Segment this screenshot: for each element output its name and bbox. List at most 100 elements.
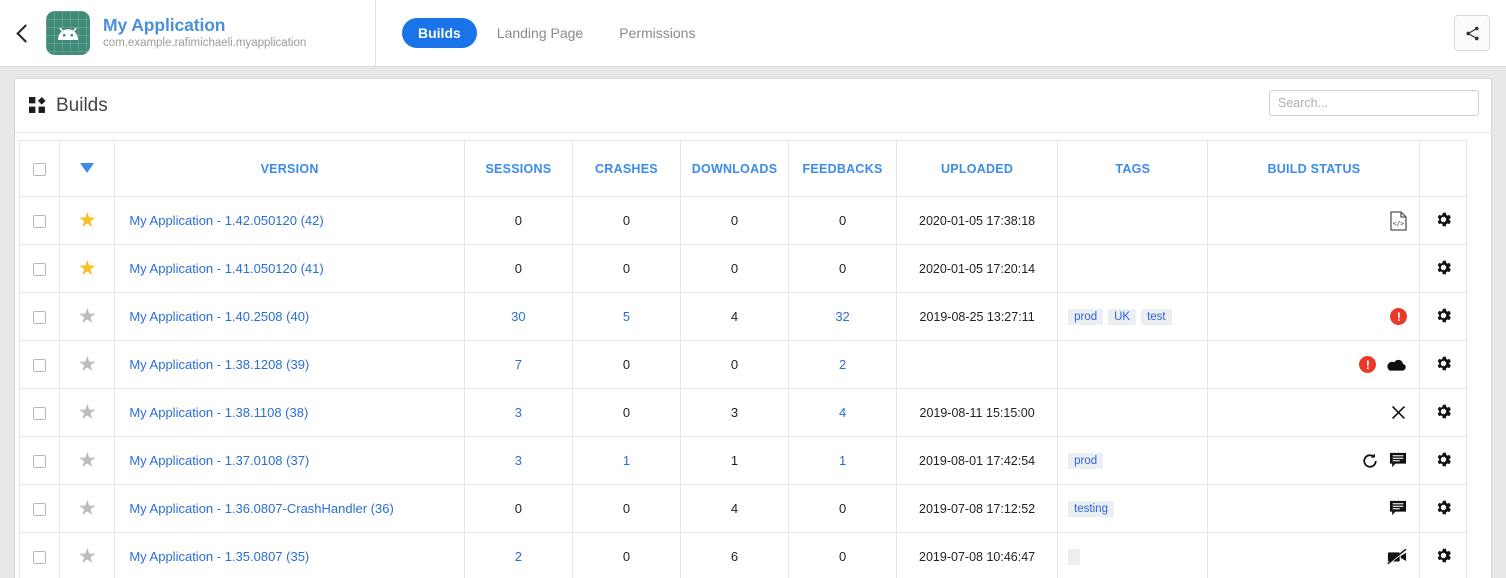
table-row: ★ My Application - 1.35.0807 (35) 2 0 6 … [20, 533, 1467, 578]
favorite-cell: ★ [60, 197, 115, 245]
favorite-star-icon[interactable]: ★ [78, 306, 97, 327]
back-button[interactable] [0, 0, 46, 67]
row-checkbox[interactable] [33, 263, 46, 276]
downloads-value: 0 [731, 213, 738, 228]
version-link[interactable]: My Application - 1.38.1108 (38) [115, 405, 308, 420]
header-uploaded[interactable]: UPLOADED [897, 141, 1058, 197]
status-icon-group [1208, 485, 1419, 532]
note-icon[interactable] [1389, 500, 1407, 517]
feedbacks-value[interactable]: 4 [839, 405, 846, 420]
header-tags[interactable]: TAGS [1058, 141, 1208, 197]
header-feedbacks[interactable]: FEEDBACKS [789, 141, 897, 197]
feedbacks-value[interactable]: 2 [839, 357, 846, 372]
error-badge-icon[interactable]: ! [1359, 356, 1376, 373]
crashes-value[interactable]: 5 [623, 309, 630, 324]
favorite-star-icon[interactable]: ★ [78, 258, 97, 279]
tag-chip[interactable]: prod [1068, 309, 1103, 325]
gear-icon [1434, 306, 1453, 325]
row-checkbox[interactable] [33, 311, 46, 324]
table-row: ★ My Application - 1.38.1108 (38) 3 0 3 … [20, 389, 1467, 437]
row-checkbox[interactable] [33, 359, 46, 372]
downloads-value: 4 [731, 501, 738, 516]
favorite-star-icon[interactable]: ★ [78, 450, 97, 471]
tag-chip[interactable]: test [1141, 309, 1172, 325]
version-link[interactable]: My Application - 1.35.0807 (35) [115, 549, 309, 564]
row-checkbox[interactable] [33, 503, 46, 516]
row-settings-button[interactable] [1434, 450, 1453, 469]
feedbacks-cell: 0 [789, 245, 897, 293]
cloud-icon[interactable] [1386, 357, 1407, 372]
row-settings-button[interactable] [1434, 546, 1453, 565]
row-checkbox[interactable] [33, 215, 46, 228]
tag-chip[interactable]: testing [1068, 501, 1114, 517]
feedbacks-value[interactable]: 1 [839, 453, 846, 468]
sessions-value[interactable]: 7 [515, 357, 522, 372]
version-link[interactable]: My Application - 1.41.050120 (41) [115, 261, 323, 276]
favorite-star-icon[interactable]: ★ [78, 354, 97, 375]
row-settings-button[interactable] [1434, 402, 1453, 421]
app-identity-block: My Application com.example.rafimichaeli.… [46, 0, 376, 67]
feedbacks-value[interactable]: 32 [835, 309, 849, 324]
row-checkbox[interactable] [33, 407, 46, 420]
version-link[interactable]: My Application - 1.42.050120 (42) [115, 213, 323, 228]
sort-descending-arrow[interactable] [80, 163, 94, 173]
header-build-status[interactable]: BUILD STATUS [1208, 141, 1420, 197]
row-checkbox[interactable] [33, 455, 46, 468]
refresh-icon[interactable] [1361, 452, 1379, 470]
row-select-cell [20, 197, 60, 245]
row-settings-button[interactable] [1434, 210, 1453, 229]
downloads-value: 4 [731, 309, 738, 324]
tags-cell: prod UK test [1058, 293, 1208, 341]
tab-permissions[interactable]: Permissions [603, 18, 711, 48]
version-link[interactable]: My Application - 1.36.0807-CrashHandler … [115, 501, 393, 516]
version-link[interactable]: My Application - 1.40.2508 (40) [115, 309, 309, 324]
version-cell: My Application - 1.41.050120 (41) [115, 245, 465, 293]
sessions-value[interactable]: 3 [515, 405, 522, 420]
status-icon-group: </> [1208, 197, 1419, 244]
share-button[interactable] [1454, 15, 1490, 51]
crashes-value: 0 [623, 501, 630, 516]
tag-chip[interactable]: UK [1108, 309, 1136, 325]
row-settings-button[interactable] [1434, 306, 1453, 325]
header-crashes[interactable]: CRASHES [572, 141, 680, 197]
favorite-star-icon[interactable]: ★ [78, 402, 97, 423]
video-off-icon[interactable] [1387, 548, 1407, 565]
favorite-cell: ★ [60, 341, 115, 389]
crashes-value[interactable]: 1 [623, 453, 630, 468]
row-settings-button[interactable] [1434, 498, 1453, 517]
tag-chip[interactable] [1068, 549, 1080, 565]
header-downloads[interactable]: DOWNLOADS [680, 141, 788, 197]
page-title: Builds [56, 95, 108, 117]
favorite-star-icon[interactable]: ★ [78, 498, 97, 519]
header-select-all [20, 141, 60, 197]
version-link[interactable]: My Application - 1.38.1208 (39) [115, 357, 309, 372]
close-x-icon[interactable] [1390, 404, 1407, 421]
header-favorite-sort[interactable] [60, 141, 115, 197]
row-checkbox[interactable] [33, 551, 46, 564]
sessions-value[interactable]: 3 [515, 453, 522, 468]
code-file-icon[interactable]: </> [1390, 211, 1407, 231]
row-settings-button[interactable] [1434, 258, 1453, 277]
feedbacks-cell: 32 [789, 293, 897, 341]
status-icon-group [1208, 533, 1419, 578]
sessions-value[interactable]: 2 [515, 549, 522, 564]
search-input[interactable] [1269, 90, 1479, 116]
tab-landing-page[interactable]: Landing Page [481, 18, 599, 48]
downloads-cell: 0 [680, 341, 788, 389]
tab-builds[interactable]: Builds [402, 18, 477, 48]
error-badge-icon[interactable]: ! [1390, 308, 1407, 325]
select-all-checkbox[interactable] [33, 163, 46, 176]
row-settings-button[interactable] [1434, 354, 1453, 373]
favorite-star-icon[interactable]: ★ [78, 546, 97, 567]
crashes-cell: 0 [572, 533, 680, 578]
favorite-star-icon[interactable]: ★ [78, 210, 97, 231]
note-icon[interactable] [1389, 452, 1407, 469]
header-version[interactable]: VERSION [115, 141, 465, 197]
version-link[interactable]: My Application - 1.37.0108 (37) [115, 453, 309, 468]
tag-chip[interactable]: prod [1068, 453, 1103, 469]
builds-table-container: VERSION SESSIONS CRASHES DOWNLOADS FEEDB… [15, 133, 1491, 578]
android-app-icon [46, 11, 90, 55]
uploaded-cell: 2019-08-01 17:42:54 [897, 437, 1058, 485]
sessions-value[interactable]: 30 [511, 309, 525, 324]
header-sessions[interactable]: SESSIONS [464, 141, 572, 197]
